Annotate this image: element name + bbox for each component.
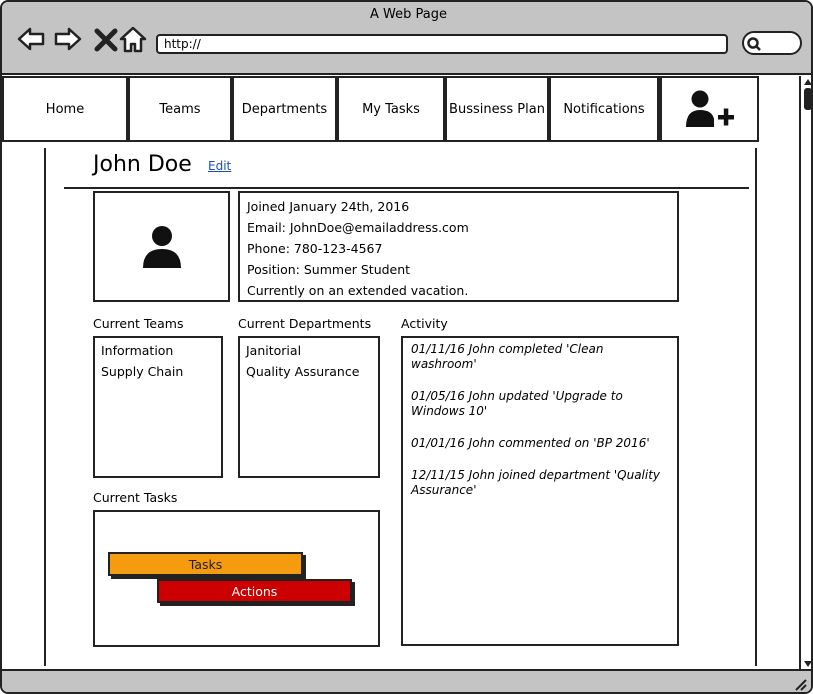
- scroll-thumb[interactable]: [804, 88, 811, 110]
- activity-feed: 01/11/16 John completed 'Clean washroom'…: [401, 336, 679, 646]
- nav-business-plan[interactable]: Bussiness Plan: [445, 76, 549, 142]
- edit-link[interactable]: Edit: [208, 159, 231, 173]
- activity-item: 01/01/16 John commented on 'BP 2016': [411, 436, 650, 450]
- nav-departments[interactable]: Departments: [232, 76, 337, 142]
- list-item[interactable]: Supply Chain: [101, 361, 215, 382]
- add-user-icon: [685, 90, 734, 127]
- resize-handle-icon[interactable]: [793, 677, 807, 691]
- list-item[interactable]: Quality Assurance: [246, 361, 372, 382]
- scroll-down-icon[interactable]: [803, 660, 813, 668]
- departments-list: Janitorial Quality Assurance: [238, 336, 380, 478]
- url-field[interactable]: http://: [156, 34, 728, 54]
- search-icon: [747, 37, 761, 51]
- teams-list: Information Supply Chain: [93, 336, 223, 478]
- phone: Phone: 780-123-4567: [247, 241, 383, 256]
- activity-label: Activity: [401, 316, 448, 331]
- activity-item: 12/11/15 John joined department 'Quality…: [411, 468, 661, 497]
- header-divider: [64, 187, 749, 189]
- joined-date: Joined January 24th, 2016: [247, 199, 410, 214]
- tasks-label: Current Tasks: [93, 490, 178, 505]
- list-item[interactable]: Information: [101, 340, 215, 361]
- status-note: Currently on an extended vacation.: [247, 283, 469, 298]
- teams-label: Current Teams: [93, 316, 184, 331]
- user-icon: [142, 225, 181, 268]
- window-title: A Web Page: [370, 7, 447, 22]
- arrow-right-icon[interactable]: [53, 24, 83, 54]
- position: Position: Summer Student: [247, 262, 411, 277]
- title-bar: A Web Page http://: [2, 2, 811, 75]
- vertical-scrollbar[interactable]: [799, 76, 813, 670]
- nav-home[interactable]: Home: [2, 76, 128, 142]
- browser-window: A Web Page http:// Home Teams Department…: [0, 0, 813, 694]
- avatar: [93, 191, 230, 302]
- email: Email: JohnDoe@emailaddress.com: [247, 220, 469, 235]
- profile-info: Joined January 24th, 2016 Email: JohnDoe…: [238, 191, 679, 302]
- activity-item: 01/11/16 John completed 'Clean washroom': [411, 342, 604, 371]
- scroll-up-icon[interactable]: [803, 78, 813, 86]
- main-nav: Home Teams Departments My Tasks Bussines…: [2, 76, 799, 144]
- tasks-button[interactable]: Tasks: [108, 552, 303, 576]
- content-border-right: [755, 148, 757, 666]
- list-item[interactable]: Janitorial: [246, 340, 372, 361]
- search-field[interactable]: [742, 31, 802, 55]
- add-user-button[interactable]: [659, 76, 759, 142]
- content-border-left: [44, 148, 46, 666]
- departments-label: Current Departments: [238, 316, 372, 331]
- status-bar: [2, 669, 811, 692]
- nav-notifications[interactable]: Notifications: [549, 76, 659, 142]
- arrow-left-icon[interactable]: [16, 24, 46, 54]
- actions-button[interactable]: Actions: [157, 579, 352, 603]
- profile-name: John Doe: [93, 152, 192, 177]
- nav-teams[interactable]: Teams: [128, 76, 232, 142]
- home-icon[interactable]: [118, 24, 148, 54]
- close-icon[interactable]: [91, 24, 121, 54]
- activity-item: 01/05/16 John updated 'Upgrade to Window…: [411, 389, 623, 418]
- nav-my-tasks[interactable]: My Tasks: [337, 76, 445, 142]
